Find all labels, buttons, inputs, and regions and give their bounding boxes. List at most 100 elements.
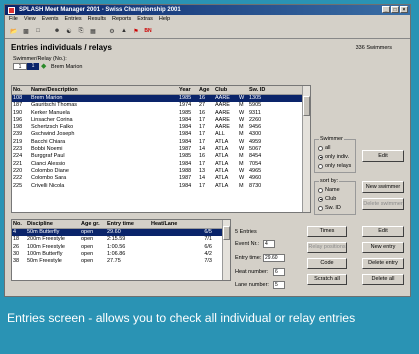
table-row[interactable]: 225 Crivelli Nicola 1984 17 ATLA M 8730 <box>12 183 310 190</box>
col-year[interactable]: Year <box>178 86 198 94</box>
table-row[interactable]: 198 Schertzsch Falko 1984 17 AARE M 9456 <box>12 124 310 131</box>
menu-events[interactable]: Events <box>42 15 59 24</box>
title-bar[interactable]: SPLASH Meet Manager 2001 - Swiss Champio… <box>5 5 410 15</box>
swimmer-icon[interactable]: ☻ <box>52 26 62 36</box>
arrow-right-icon[interactable]: ◆ <box>41 63 49 70</box>
radio-dot[interactable] <box>318 187 323 193</box>
table-row[interactable]: 221 Cianci Alessio 1984 17 ATLA M 7054 <box>12 161 310 168</box>
menu-file[interactable]: File <box>9 15 18 24</box>
table-row[interactable]: 224 Burggraf Paul 1985 16 ATLA M 8454 <box>12 153 310 160</box>
code-button[interactable]: Code <box>307 258 347 269</box>
lane-number-field[interactable]: 5 <box>273 281 285 289</box>
event-number-field[interactable]: 4 <box>263 240 275 248</box>
print-icon[interactable]: ⎘ <box>76 26 86 36</box>
edit-entry-button[interactable]: Edit <box>362 226 404 237</box>
radio-all[interactable]: all <box>318 145 331 151</box>
delete-all-button[interactable]: Delete all <box>362 274 404 285</box>
col-entry-no[interactable]: No. <box>12 220 26 228</box>
table-cell: 4/2 <box>204 250 212 257</box>
radio-only-indiv[interactable]: only indiv. <box>318 154 349 160</box>
new-entry-button[interactable]: New entry <box>362 242 404 253</box>
table-row[interactable]: 187 Gauritschi Thomas 1974 27 AARE M 5905 <box>12 102 310 109</box>
menu-help[interactable]: Help <box>159 15 170 24</box>
table-row[interactable]: 220 Colombo Diane 1988 13 ATLA W 4965 <box>12 168 310 175</box>
radio-sort-swid[interactable]: Sw. ID <box>318 205 341 211</box>
radio-dot[interactable] <box>318 196 323 202</box>
col-age[interactable]: Age <box>198 86 214 94</box>
open-icon[interactable]: 📂 <box>9 26 19 36</box>
radio-sort-name[interactable]: Name <box>318 187 340 193</box>
save-icon[interactable]: ▩ <box>21 26 31 36</box>
heat-number-field[interactable]: 6 <box>273 268 285 276</box>
col-name[interactable]: Name/Description <box>30 86 178 94</box>
sort-group: sort by: Name Club Sw. ID <box>314 178 356 215</box>
menu-results[interactable]: Results <box>88 15 106 24</box>
menu-extras[interactable]: Extras <box>137 15 153 24</box>
table-cell: 17 <box>199 138 206 145</box>
filter-selection[interactable]: 1 <box>27 63 39 70</box>
table-cell: 26 <box>13 243 20 250</box>
col-discipline[interactable]: Discipline <box>26 220 80 228</box>
col-swid[interactable]: Sw. ID <box>248 86 274 94</box>
table-row[interactable]: 222 Colombo Sara 1987 14 ATLA W 4960 <box>12 175 310 182</box>
table-row[interactable]: 30 100m Butterfly open 1:06.86 4/2 <box>12 251 230 258</box>
filter-input[interactable]: 1 <box>13 63 27 70</box>
table-cell: 1974 <box>179 102 192 109</box>
delete-swimmer-button[interactable]: Delete swimmer <box>362 198 404 210</box>
bn-icon[interactable]: BN <box>143 26 153 36</box>
relay-positions-button[interactable]: Relay positions <box>307 242 347 253</box>
scratch-all-button[interactable]: Scratch all <box>307 274 347 285</box>
entry-time-field[interactable]: 29.60 <box>263 254 285 262</box>
settings-icon[interactable]: ⚙ <box>107 26 117 36</box>
table-cell: 14 <box>199 146 206 153</box>
table-cell: Gschwind Joseph <box>31 131 75 138</box>
radio-dot[interactable] <box>318 145 323 151</box>
maximize-button[interactable]: □ <box>391 6 399 13</box>
swimmers-scrollbar[interactable] <box>302 86 310 212</box>
table-row[interactable]: 38 50m Freestyle open 27.75 7/3 <box>12 258 230 265</box>
col-entry-time[interactable]: Entry time <box>106 220 150 228</box>
col-no[interactable]: No. <box>12 86 30 94</box>
table-row[interactable]: 223 Bobbi Noemi 1987 14 ATLA W 5067 <box>12 146 310 153</box>
col-gender[interactable] <box>238 86 248 94</box>
entries-table[interactable]: No. Discipline Age gr. Entry time Heat/L… <box>11 219 231 281</box>
table-cell: 1:06.86 <box>107 250 126 257</box>
table-row[interactable]: 4 50m Butterfly open 29.60 6/5 <box>12 229 230 237</box>
table-cell: M <box>239 131 244 138</box>
table-cell: 29.60 <box>107 229 121 235</box>
col-age-group[interactable]: Age gr. <box>80 220 106 228</box>
radio-only-relays[interactable]: only relays <box>318 163 351 169</box>
col-club[interactable]: Club <box>214 86 238 94</box>
times-button[interactable]: Times <box>307 226 347 237</box>
delete-entry-button[interactable]: Delete entry <box>362 258 404 269</box>
menu-view[interactable]: View <box>24 15 36 24</box>
radio-dot[interactable] <box>318 205 323 211</box>
new-icon[interactable]: □ <box>33 26 43 36</box>
entries-scrollbar[interactable] <box>222 220 230 280</box>
table-row[interactable]: 18 200m Freestyle open 2:15.59 7/1 <box>12 236 230 243</box>
table-row[interactable]: 108 Brem Marion 1985 16 AARE W 1305 <box>12 95 310 103</box>
close-button[interactable]: × <box>400 6 408 13</box>
menu-reports[interactable]: Reports <box>112 15 131 24</box>
table-cell: 7/1 <box>204 236 212 243</box>
radio-sort-club[interactable]: Club <box>318 196 336 202</box>
table-row[interactable]: 190 Kerker Manuela 1985 16 AARE W 9311 <box>12 110 310 117</box>
flag-icon[interactable]: ⚑ <box>131 26 141 36</box>
radio-dot[interactable] <box>318 154 323 160</box>
col-heat-lane[interactable]: Heat/Lane <box>150 220 222 228</box>
swimmers-table[interactable]: No. Name/Description Year Age Club Sw. I… <box>11 85 311 213</box>
radio-dot[interactable] <box>318 163 323 169</box>
table-row[interactable]: 239 Gschwind Joseph 1984 17 ALL M 4300 <box>12 131 310 138</box>
table-row[interactable]: 26 100m Freestyle open 1:00.56 6/6 <box>12 244 230 251</box>
new-swimmer-button[interactable]: New swimmer <box>362 181 404 193</box>
table-row[interactable]: 219 Bacchi Chiara 1984 17 ATLA W 4959 <box>12 139 310 146</box>
export-icon[interactable]: ▲ <box>119 26 129 36</box>
menu-entries[interactable]: Entries <box>65 15 82 24</box>
table-row[interactable]: 196 Linsacher Corina 1984 17 AARE W 2260 <box>12 117 310 124</box>
table-cell: AARE <box>215 95 230 101</box>
edit-swimmer-button[interactable]: Edit <box>362 150 404 162</box>
relay-icon[interactable]: ☯ <box>64 26 74 36</box>
table-cell: W <box>239 167 245 174</box>
minimize-button[interactable]: _ <box>382 6 390 13</box>
calculator-icon[interactable]: ▦ <box>88 26 98 36</box>
